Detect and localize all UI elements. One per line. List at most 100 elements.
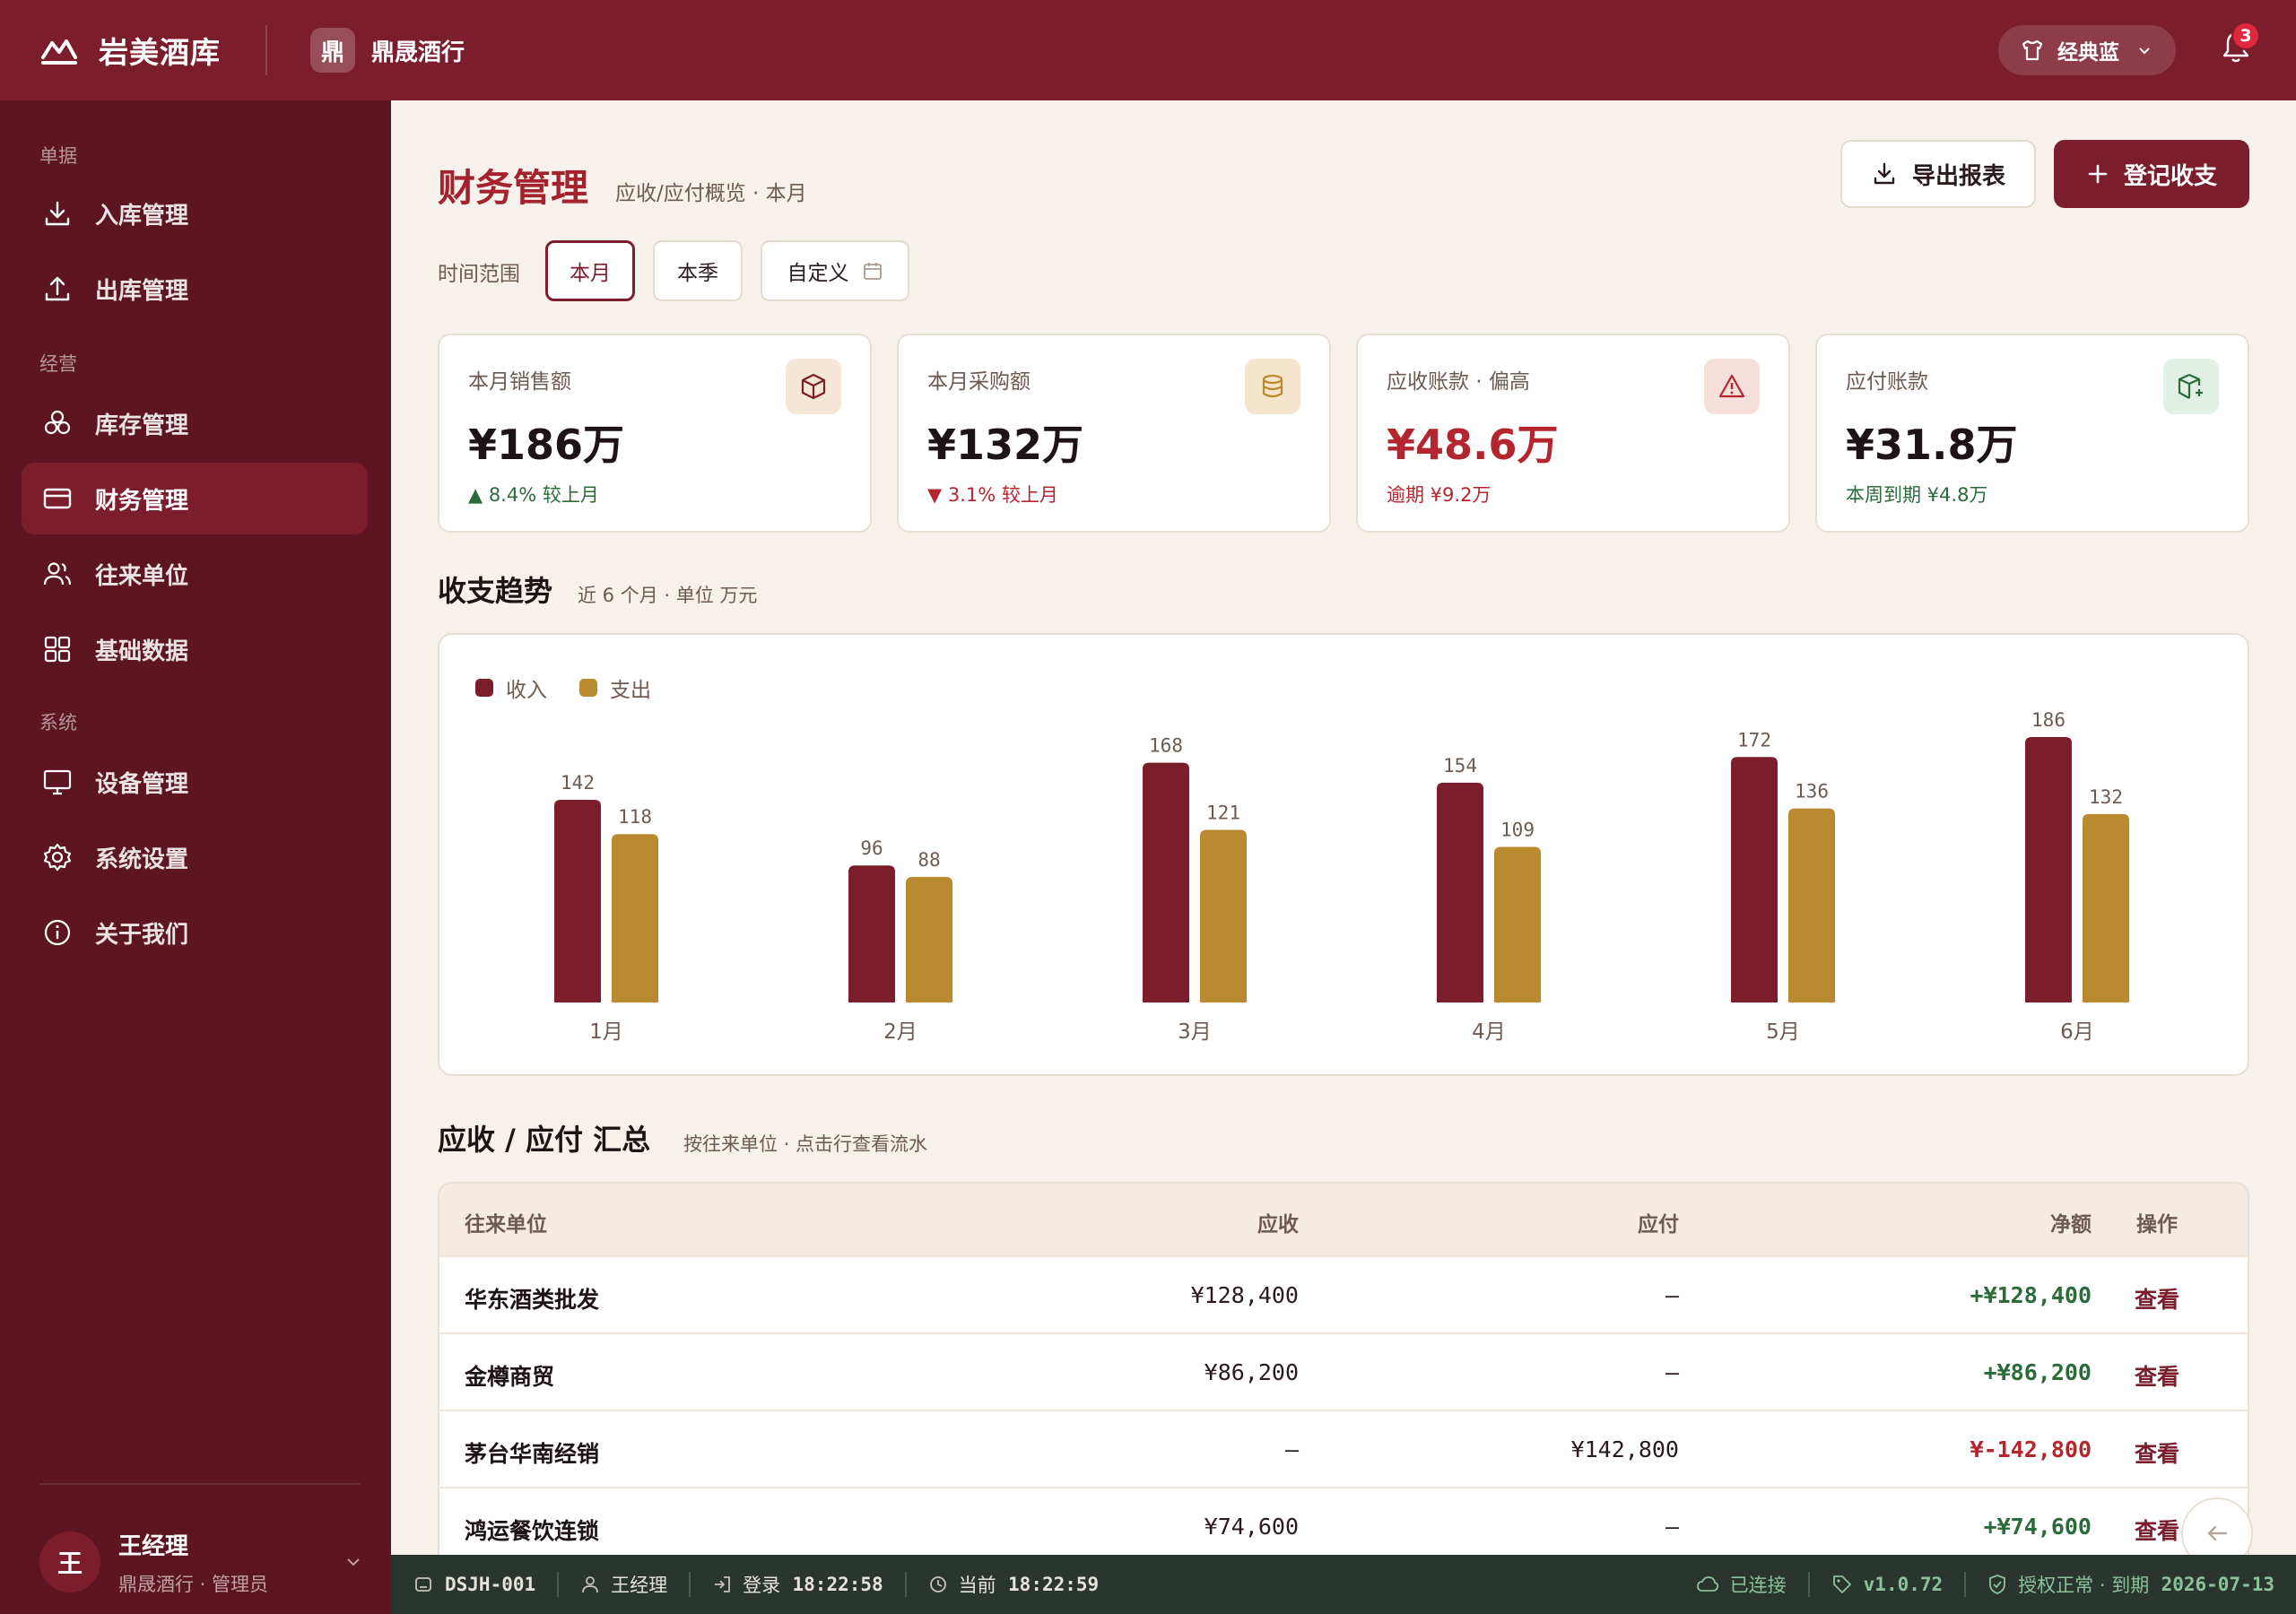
bar-value-label: 96 xyxy=(860,837,883,859)
net-cell: +¥86,200 xyxy=(1983,1359,2092,1385)
sidebar-item-devices[interactable]: 设备管理 xyxy=(22,746,368,818)
view-link[interactable]: 查看 xyxy=(2135,1282,2179,1315)
range-this-quarter[interactable]: 本季 xyxy=(653,240,743,301)
users-icon xyxy=(43,562,72,586)
time-range-label: 时间范围 xyxy=(438,263,520,286)
x-tick-label: 5月 xyxy=(1766,1020,1800,1044)
user-icon xyxy=(582,1576,599,1593)
table-row[interactable]: 鸿运餐饮连锁 ¥74,600 — +¥74,600 查看 xyxy=(439,1487,2248,1555)
receivable-cell: ¥128,400 xyxy=(1190,1282,1299,1308)
card-icon xyxy=(43,488,72,509)
bar-value-label: 109 xyxy=(1500,820,1535,841)
theme-switcher[interactable]: 经典蓝 xyxy=(1998,25,2176,75)
sidebar-item-inventory[interactable]: 库存管理 xyxy=(22,387,368,459)
bar-value-label: 132 xyxy=(2089,786,2123,808)
range-this-month[interactable]: 本月 xyxy=(545,240,635,301)
sidebar-item-partners[interactable]: 往来单位 xyxy=(22,538,368,610)
table-row[interactable]: 华东酒类批发 ¥128,400 — +¥128,400 查看 xyxy=(439,1255,2248,1332)
sidebar-item-settings[interactable]: 系统设置 xyxy=(22,821,368,893)
column-header-payable[interactable]: 应付 xyxy=(1638,1207,1679,1237)
sidebar-item-label: 财务管理 xyxy=(95,487,189,515)
kpi-label: 应收账款 · 偏高 xyxy=(1387,370,1530,394)
kpi-card-payables[interactable]: 应付账款 ¥31.8万 本周到期 ¥4.8万 xyxy=(1815,334,2249,533)
record-transaction-label: 登记收支 xyxy=(2123,162,2217,190)
upload-icon xyxy=(45,276,70,301)
shield-check-icon xyxy=(1989,1575,2006,1594)
trend-chart-card: 收入 支出 142 118 1月 96 88 2月 168 121 3月 154 109 4月 172 1… xyxy=(438,633,2249,1076)
x-tick-label: 2月 xyxy=(883,1020,918,1044)
shirt-icon xyxy=(2022,39,2043,61)
trend-subtitle: 近 6 个月 · 单位 万元 xyxy=(578,585,758,606)
notification-count-badge: 3 xyxy=(2231,22,2260,50)
table-row[interactable]: 金樽商贸 ¥86,200 — +¥86,200 查看 xyxy=(439,1332,2248,1410)
expense-bar xyxy=(1494,846,1541,1002)
kpi-card-purchase[interactable]: 本月采购额 ¥132万 ▼ 3.1% 较上月 xyxy=(897,334,1331,533)
bar-value-label: 186 xyxy=(2031,709,2066,731)
bar-chart: 142 118 1月 96 88 2月 168 121 3月 154 109 4月 172 136 5月 18… xyxy=(554,709,2129,1044)
header-divider xyxy=(265,25,267,75)
view-link[interactable]: 查看 xyxy=(2135,1514,2179,1546)
kpi-value: ¥31.8万 xyxy=(1846,421,2018,469)
main-content: 财务管理 应收/应付概览 · 本月 导出报表 登记收支 时间范围 本月 本季 自… xyxy=(391,100,2296,1555)
range-custom[interactable]: 自定义 xyxy=(761,240,909,301)
shop-switcher[interactable]: 鼎 鼎晟酒行 xyxy=(310,28,465,73)
kpi-card-sales[interactable]: 本月销售额 ¥186万 ▲ 8.4% 较上月 xyxy=(438,334,872,533)
partner-name: 鸿运餐饮连锁 xyxy=(465,1518,600,1544)
top-bar: 岩美酒库 鼎 鼎晟酒行 xyxy=(0,0,2296,100)
record-transaction-button[interactable]: 登记收支 xyxy=(2054,140,2249,208)
view-link[interactable]: 查看 xyxy=(2135,1359,2179,1392)
page-subtitle: 应收/应付概览 · 本月 xyxy=(615,182,807,205)
user-menu[interactable]: 王 王经理 鼎晟酒行 · 管理员 xyxy=(39,1517,362,1607)
column-header-receivable[interactable]: 应收 xyxy=(1257,1207,1299,1237)
kpi-card-receivables[interactable]: 应收账款 · 偏高 ¥48.6万 逾期 ¥9.2万 xyxy=(1356,334,1790,533)
expense-bar xyxy=(1200,829,1247,1002)
summary-subtitle: 按往来单位 · 点击行查看流水 xyxy=(683,1133,928,1155)
app-version: v1.0.72 xyxy=(1863,1574,1944,1595)
kpi-label: 应付账款 xyxy=(1846,370,1928,394)
login-time: 18:22:58 xyxy=(792,1574,883,1595)
now-time: 18:22:59 xyxy=(1008,1574,1100,1595)
cloud-icon xyxy=(1696,1576,1718,1592)
range-label: 本季 xyxy=(677,262,718,285)
sidebar-item-about[interactable]: 关于我们 xyxy=(22,897,368,968)
payable-cell: ¥142,800 xyxy=(1570,1436,1679,1462)
view-link[interactable]: 查看 xyxy=(2135,1436,2179,1469)
status-login: 登录 18:22:58 xyxy=(691,1555,905,1614)
user-role: 鼎晟酒行 · 管理员 xyxy=(118,1573,269,1595)
bar-value-label: 118 xyxy=(618,806,652,828)
income-bar xyxy=(848,865,895,1002)
sidebar-item-master-data[interactable]: 基础数据 xyxy=(22,613,368,685)
device-icon xyxy=(415,1577,431,1592)
sidebar-item-label: 设备管理 xyxy=(95,770,189,798)
sidebar-item-finance[interactable]: 财务管理 xyxy=(22,463,368,534)
table-row[interactable]: 茅台华南经销 — ¥142,800 ¥-142,800 查看 xyxy=(439,1410,2248,1487)
sidebar-item-inbound[interactable]: 入库管理 xyxy=(22,178,368,249)
brand[interactable]: 岩美酒库 xyxy=(0,0,265,100)
sidebar-section-business: 经营 xyxy=(39,353,77,375)
sidebar-item-outbound[interactable]: 出库管理 xyxy=(22,253,368,325)
net-cell: +¥74,600 xyxy=(1983,1514,2092,1540)
summary-title: 应收 / 应付 汇总 xyxy=(438,1123,651,1157)
range-label: 本月 xyxy=(570,262,611,285)
column-header-net[interactable]: 净额 xyxy=(2050,1207,2092,1237)
payable-cell: — xyxy=(1665,1514,1679,1540)
x-tick-label: 6月 xyxy=(2060,1020,2094,1044)
sidebar-section-documents: 单据 xyxy=(39,145,77,167)
status-user: 王经理 xyxy=(559,1555,689,1614)
tag-icon xyxy=(1832,1575,1851,1593)
partner-name: 金樽商贸 xyxy=(465,1364,555,1390)
sidebar-item-label: 出库管理 xyxy=(95,277,189,305)
export-report-button[interactable]: 导出报表 xyxy=(1840,140,2036,208)
sidebar-item-label: 基础数据 xyxy=(95,638,189,665)
chevron-down-icon xyxy=(2139,48,2150,55)
column-header-partner[interactable]: 往来单位 xyxy=(465,1207,547,1237)
plus-icon xyxy=(2088,164,2108,184)
expense-bar xyxy=(612,834,658,1002)
net-cell: +¥128,400 xyxy=(1970,1282,2092,1308)
status-license: 授权正常 · 到期 2026-07-13 xyxy=(1966,1555,2274,1614)
database-icon xyxy=(1245,359,1300,414)
receivable-cell: ¥86,200 xyxy=(1204,1359,1299,1385)
theme-label: 经典蓝 xyxy=(2057,41,2119,65)
download-icon xyxy=(1874,162,1895,185)
warning-icon xyxy=(1704,359,1760,414)
